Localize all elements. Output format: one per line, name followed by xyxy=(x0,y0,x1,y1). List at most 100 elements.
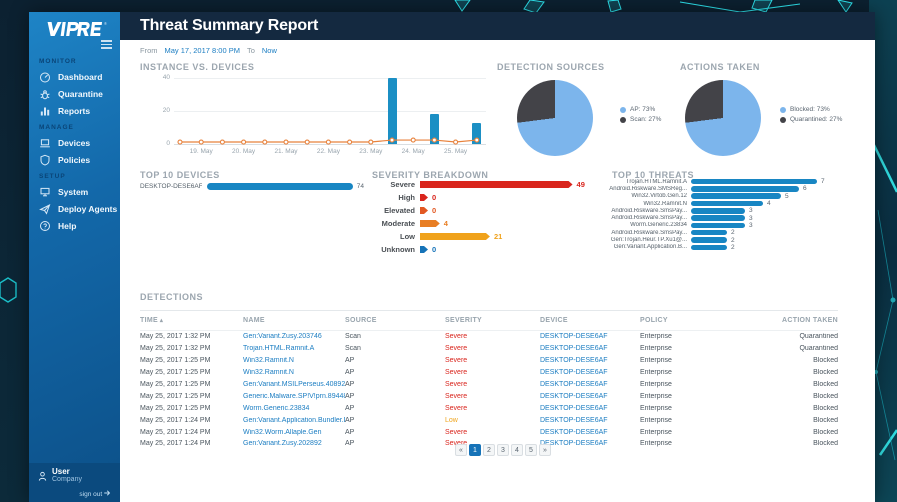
detection-sources-title: DETECTION SOURCES xyxy=(497,62,605,72)
detection-sources-legend: AP: 73%Scan: 27% xyxy=(620,106,661,126)
severity-bar xyxy=(420,207,428,214)
hamburger-menu-icon[interactable] xyxy=(101,38,112,51)
app-window: ® MONITORDashboardQuarantineReportsMANAG… xyxy=(29,12,875,502)
sidebar-item-reports[interactable]: Reports xyxy=(29,102,120,119)
cell-time: May 25, 2017 1:24 PM xyxy=(140,429,243,436)
cell-name[interactable]: Worm.Generic.23834 xyxy=(243,405,345,412)
cell-name[interactable]: Trojan.HTML.Ramnit.A xyxy=(243,345,345,352)
cell-name[interactable]: Gen:Variant.Zusy.202892 xyxy=(243,440,345,447)
cell-device[interactable]: DESKTOP-DESE6AF xyxy=(540,393,640,400)
severity-value: 21 xyxy=(494,232,502,241)
table-row: May 25, 2017 1:25 PMGeneric.Malware.SP!V… xyxy=(140,390,838,402)
cell-device[interactable]: DESKTOP-DESE6AF xyxy=(540,369,640,376)
threat-row: Android.Riskware.SmsPay...2 xyxy=(590,229,850,236)
cell-device[interactable]: DESKTOP-DESE6AF xyxy=(540,429,640,436)
detections-table-header: TIME▴NAMESOURCESEVERITYDEVICEPOLICYACTIO… xyxy=(140,311,838,331)
threat-value: 3 xyxy=(749,207,753,214)
sidebar-item-label: Devices xyxy=(58,138,90,148)
cell-name[interactable]: Win32.Ramnit.N xyxy=(243,369,345,376)
cell-source: AP xyxy=(345,405,445,412)
titlebar: Threat Summary Report xyxy=(120,12,875,40)
user-icon xyxy=(37,469,48,480)
sidebar-item-system[interactable]: System xyxy=(29,183,120,200)
page-button-»[interactable]: » xyxy=(539,444,551,456)
severity-value: 0 xyxy=(432,206,436,215)
threat-label: Gen:Trojan.Heur.TP.Xu1@... xyxy=(590,237,687,243)
severity-bar xyxy=(420,233,490,240)
page-button-«[interactable]: « xyxy=(455,444,467,456)
threat-label: Android.Riskware.SmsPay... xyxy=(590,208,687,214)
threat-row: Win32.Ramnit.N4 xyxy=(590,200,850,207)
cell-name[interactable]: Win32.Ramnit.N xyxy=(243,357,345,364)
cell-name[interactable]: Gen:Variant.MSILPerseus.40892 xyxy=(243,381,345,388)
device-label: DESKTOP-DESE6AF xyxy=(140,183,202,190)
page-button-4[interactable]: 4 xyxy=(511,444,523,456)
column-header-severity[interactable]: SEVERITY xyxy=(445,317,540,324)
cell-source: Scan xyxy=(345,333,445,340)
column-header-time[interactable]: TIME▴ xyxy=(140,317,243,324)
cell-device[interactable]: DESKTOP-DESE6AF xyxy=(540,333,640,340)
column-header-device[interactable]: DEVICE xyxy=(540,317,640,324)
column-header-policy[interactable]: POLICY xyxy=(640,317,740,324)
cell-device[interactable]: DESKTOP-DESE6AF xyxy=(540,417,640,424)
cell-policy: Enterprise xyxy=(640,405,740,412)
x-axis-tick: 23. May xyxy=(351,148,391,155)
sign-out-link[interactable]: sign out xyxy=(37,490,112,498)
cell-device[interactable]: DESKTOP-DESE6AF xyxy=(540,345,640,352)
legend-label: AP: 73% xyxy=(630,106,655,113)
severity-bar xyxy=(420,194,428,201)
column-header-action-taken[interactable]: ACTION TAKEN xyxy=(740,317,838,324)
sidebar-item-devices[interactable]: Devices xyxy=(29,134,120,151)
detections-section: DETECTIONS TIME▴NAMESOURCESEVERITYDEVICE… xyxy=(140,292,838,450)
threat-value: 4 xyxy=(767,200,771,207)
column-header-source[interactable]: SOURCE xyxy=(345,317,445,324)
sidebar-nav: MONITORDashboardQuarantineReportsMANAGE D… xyxy=(29,53,120,234)
cell-source: AP xyxy=(345,440,445,447)
quarantine-icon xyxy=(39,88,51,100)
cell-time: May 25, 2017 1:25 PM xyxy=(140,369,243,376)
nav-section-label: MONITOR xyxy=(29,53,120,68)
sidebar-item-help[interactable]: Help xyxy=(29,217,120,234)
cell-name[interactable]: Generic.Malware.SP!V!prn.89448731 xyxy=(243,393,345,400)
cell-device[interactable]: DESKTOP-DESE6AF xyxy=(540,357,640,364)
severity-row: Unknown0 xyxy=(345,243,590,256)
cell-policy: Enterprise xyxy=(640,393,740,400)
from-date-picker[interactable]: May 17, 2017 8:00 PM xyxy=(165,46,240,55)
page-button-2[interactable]: 2 xyxy=(483,444,495,456)
cell-name[interactable]: Gen:Variant.Application.Bundler.Down... xyxy=(243,417,345,424)
cell-time: May 25, 2017 1:25 PM xyxy=(140,357,243,364)
cell-time: May 25, 2017 1:24 PM xyxy=(140,440,243,447)
cell-time: May 25, 2017 1:25 PM xyxy=(140,393,243,400)
nav-section-label: MANAGE xyxy=(29,119,120,134)
cell-device[interactable]: DESKTOP-DESE6AF xyxy=(540,440,640,447)
to-date-picker[interactable]: Now xyxy=(262,46,277,55)
policies-icon xyxy=(39,154,51,166)
column-header-name[interactable]: NAME xyxy=(243,317,345,324)
vipre-logo[interactable]: ® xyxy=(29,12,120,39)
legend-dot xyxy=(780,107,786,113)
threat-value: 3 xyxy=(749,215,753,222)
page-button-3[interactable]: 3 xyxy=(497,444,509,456)
x-axis-tick: 21. May xyxy=(266,148,306,155)
deploy-icon xyxy=(39,203,51,215)
sidebar-item-deploy-agents[interactable]: Deploy Agents xyxy=(29,200,120,217)
cell-policy: Enterprise xyxy=(640,429,740,436)
legend-dot xyxy=(620,107,626,113)
cell-time: May 25, 2017 1:25 PM xyxy=(140,405,243,412)
cell-action: Blocked xyxy=(740,381,838,388)
cell-device[interactable]: DESKTOP-DESE6AF xyxy=(540,405,640,412)
sidebar-item-quarantine[interactable]: Quarantine xyxy=(29,85,120,102)
page-button-1[interactable]: 1 xyxy=(469,444,481,456)
cell-name[interactable]: Win32.Worm.Allaple.Gen xyxy=(243,429,345,436)
cell-device[interactable]: DESKTOP-DESE6AF xyxy=(540,381,640,388)
threat-value: 5 xyxy=(785,193,789,200)
cell-name[interactable]: Gen:Variant.Zusy.203746 xyxy=(243,333,345,340)
threat-value: 7 xyxy=(821,178,825,185)
page-button-5[interactable]: 5 xyxy=(525,444,537,456)
sidebar-item-dashboard[interactable]: Dashboard xyxy=(29,68,120,85)
table-row: May 25, 2017 1:25 PMWin32.Ramnit.NAPSeve… xyxy=(140,355,838,367)
actions-taken-pie xyxy=(685,80,761,156)
severity-label: Unknown xyxy=(345,245,415,254)
sidebar-item-policies[interactable]: Policies xyxy=(29,151,120,168)
cell-policy: Enterprise xyxy=(640,333,740,340)
